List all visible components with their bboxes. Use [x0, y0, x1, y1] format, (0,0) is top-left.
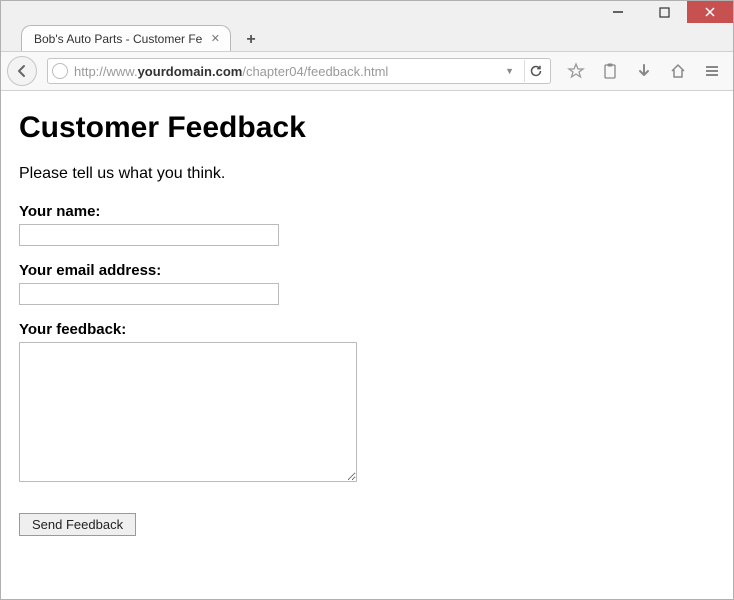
url-domain: yourdomain.com	[138, 64, 243, 79]
url-path: /chapter04/feedback.html	[242, 64, 388, 79]
bookmark-star-icon[interactable]	[561, 56, 591, 86]
send-feedback-button[interactable]: Send Feedback	[19, 513, 136, 536]
url-bar[interactable]: http://www.yourdomain.com/chapter04/feed…	[47, 58, 551, 84]
menu-icon[interactable]	[697, 56, 727, 86]
tab-title: Bob's Auto Parts - Customer Fe...	[34, 32, 203, 46]
url-prefix: http://www.	[74, 64, 138, 79]
email-input[interactable]	[19, 283, 279, 305]
tab-strip: Bob's Auto Parts - Customer Fe... ✕ +	[1, 23, 733, 51]
url-text: http://www.yourdomain.com/chapter04/feed…	[74, 64, 495, 79]
new-tab-button[interactable]: +	[239, 29, 263, 51]
window-minimize-button[interactable]	[595, 1, 641, 23]
browser-tab[interactable]: Bob's Auto Parts - Customer Fe... ✕	[21, 25, 231, 51]
name-row: Your name:	[19, 203, 715, 246]
email-row: Your email address:	[19, 262, 715, 305]
back-button[interactable]	[7, 56, 37, 86]
window-maximize-button[interactable]	[641, 1, 687, 23]
browser-toolbar: http://www.yourdomain.com/chapter04/feed…	[1, 51, 733, 91]
window-titlebar	[1, 1, 733, 23]
url-dropdown-icon[interactable]: ▼	[501, 66, 518, 76]
browser-window: Bob's Auto Parts - Customer Fe... ✕ + ht…	[0, 0, 734, 600]
clipboard-icon[interactable]	[595, 56, 625, 86]
name-label: Your name:	[19, 203, 715, 220]
page-content: Customer Feedback Please tell us what yo…	[1, 91, 733, 599]
window-close-button[interactable]	[687, 1, 733, 23]
feedback-textarea[interactable]	[19, 342, 357, 482]
tab-close-icon[interactable]: ✕	[209, 32, 222, 46]
name-input[interactable]	[19, 224, 279, 246]
feedback-row: Your feedback:	[19, 321, 715, 487]
email-label: Your email address:	[19, 262, 715, 279]
intro-text: Please tell us what you think.	[19, 165, 715, 183]
home-icon[interactable]	[663, 56, 693, 86]
page-heading: Customer Feedback	[19, 111, 715, 145]
downloads-icon[interactable]	[629, 56, 659, 86]
reload-button[interactable]	[524, 60, 546, 82]
feedback-label: Your feedback:	[19, 321, 715, 338]
globe-icon	[52, 63, 68, 79]
